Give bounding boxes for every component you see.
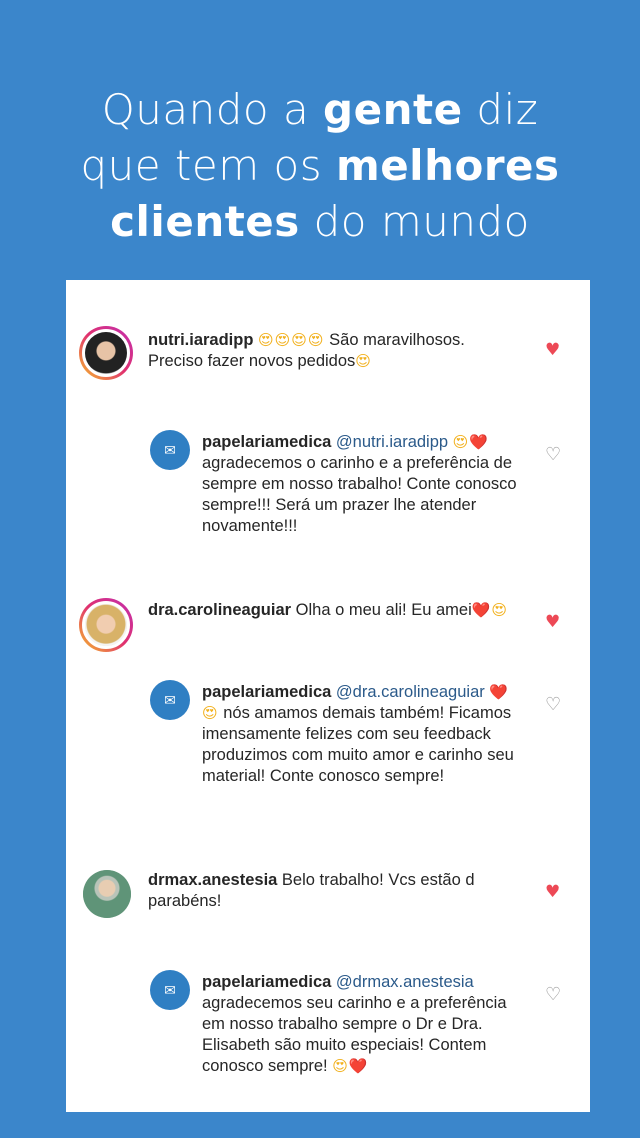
- heart-outline-icon[interactable]: ♡: [545, 444, 561, 465]
- headline: Quando a gente diz que tem os melhores c…: [0, 82, 640, 250]
- comment-text: drmax.anestesia Belo trabalho! Vcs estão…: [148, 870, 508, 912]
- comment-username[interactable]: nutri.iaradipp: [148, 331, 253, 349]
- headline-bold: clientes: [110, 197, 300, 246]
- avatar[interactable]: ✉: [150, 430, 190, 470]
- headline-bold: gente: [323, 85, 463, 134]
- reply-username[interactable]: papelariamedica: [202, 433, 331, 451]
- logo-icon: ✉: [164, 981, 176, 998]
- heart-outline-icon[interactable]: ♡: [545, 984, 561, 1005]
- logo-icon: ✉: [164, 691, 176, 708]
- avatar[interactable]: [79, 326, 133, 380]
- heart-filled-icon[interactable]: ♥: [545, 340, 560, 360]
- emoji: 😍❤️: [452, 433, 489, 451]
- logo-icon: ✉: [164, 441, 176, 458]
- avatar[interactable]: ✉: [150, 970, 190, 1010]
- reply-text: papelariamedica @drmax.anestesia agradec…: [202, 972, 532, 1077]
- emoji: ❤️😍: [471, 601, 509, 619]
- headline-line-3: clientes do mundo: [0, 194, 640, 250]
- heart-outline-icon[interactable]: ♡: [545, 694, 561, 715]
- headline-text: Quando a: [101, 85, 324, 134]
- reply-body: nós amamos demais também! Ficamos imensa…: [202, 704, 514, 785]
- reply-username[interactable]: papelariamedica: [202, 683, 331, 701]
- emoji: 😍😍😍😍: [258, 331, 325, 349]
- headline-text: que tem os: [80, 141, 336, 190]
- headline-text: do mundo: [299, 197, 530, 246]
- heart-filled-icon[interactable]: ♥: [545, 612, 560, 632]
- headline-bold: melhores: [335, 141, 560, 190]
- avatar[interactable]: [79, 598, 133, 652]
- heart-filled-icon[interactable]: ♥: [545, 882, 560, 902]
- avatar[interactable]: [83, 870, 131, 918]
- emoji: 😍: [355, 352, 372, 370]
- comment-text: dra.carolineaguiar Olha o meu ali! Eu am…: [148, 600, 528, 621]
- mention-link[interactable]: @dra.carolineaguiar: [336, 683, 485, 701]
- comment-body: Olha o meu ali! Eu amei: [291, 601, 472, 619]
- reply-username[interactable]: papelariamedica: [202, 973, 331, 991]
- headline-line-1: Quando a gente diz: [0, 82, 640, 138]
- reply-text: papelariamedica @nutri.iaradipp 😍❤️ agra…: [202, 432, 522, 537]
- reply-body: agradecemos o carinho e a preferência de…: [202, 454, 517, 535]
- emoji: 😍❤️: [332, 1057, 369, 1075]
- mention-link[interactable]: @drmax.anestesia: [336, 973, 474, 991]
- mention-link[interactable]: @nutri.iaradipp: [336, 433, 448, 451]
- headline-line-2: que tem os melhores: [0, 138, 640, 194]
- avatar[interactable]: ✉: [150, 680, 190, 720]
- comments-card: nutri.iaradipp 😍😍😍😍 São maravilhosos. Pr…: [66, 280, 590, 1112]
- reply-text: papelariamedica @dra.carolineaguiar ❤️😍 …: [202, 682, 522, 787]
- comment-text: nutri.iaradipp 😍😍😍😍 São maravilhosos. Pr…: [148, 330, 518, 372]
- comment-username[interactable]: drmax.anestesia: [148, 871, 277, 889]
- comment-username[interactable]: dra.carolineaguiar: [148, 601, 291, 619]
- headline-text: diz: [462, 85, 539, 134]
